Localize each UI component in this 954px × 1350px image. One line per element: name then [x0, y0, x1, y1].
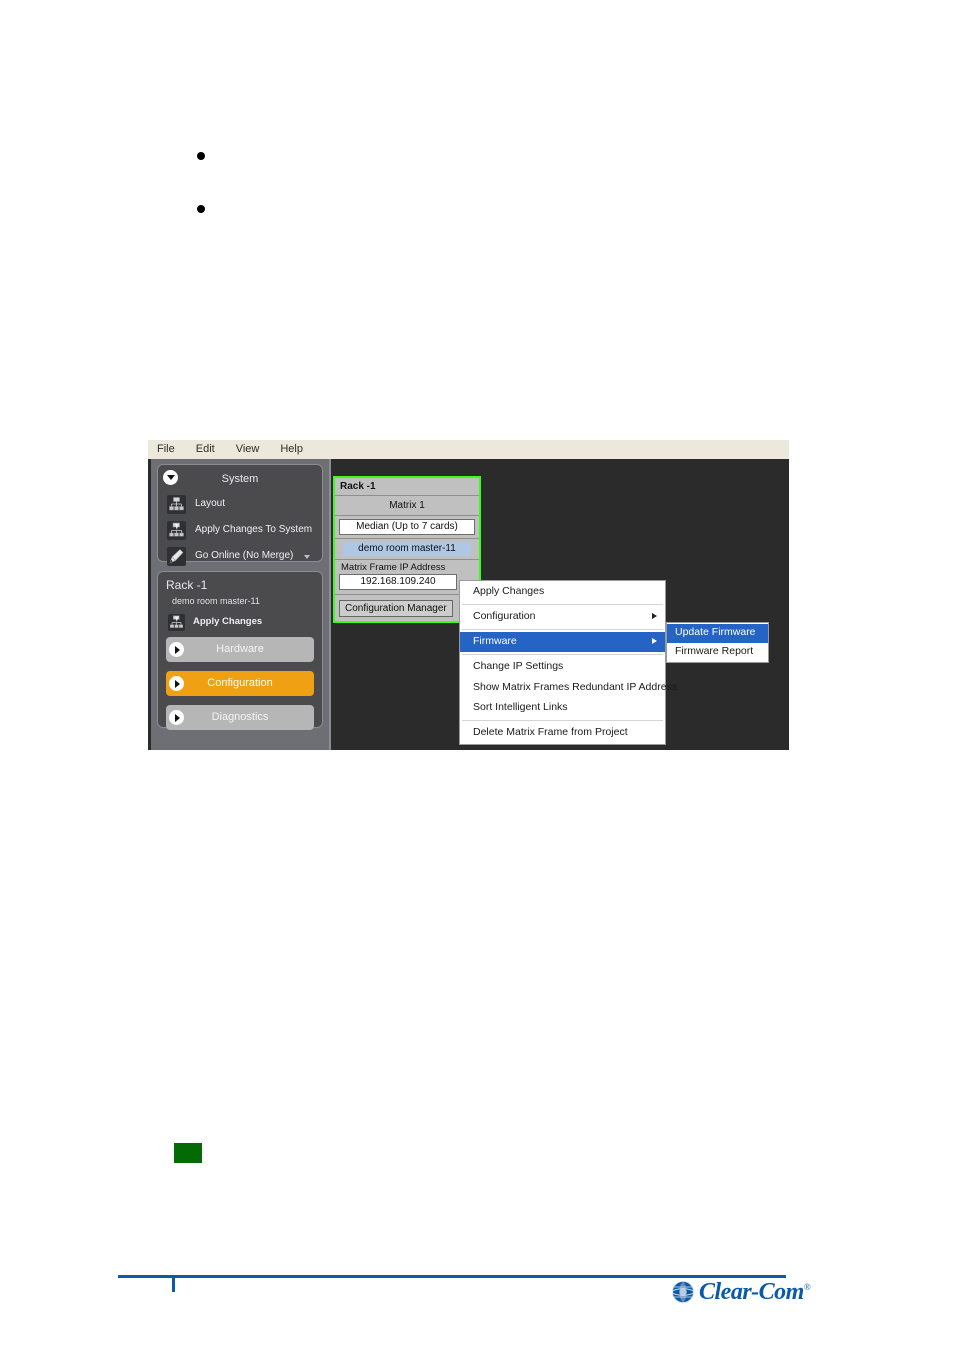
sidebar-item-layout-label: Layout	[195, 498, 226, 509]
sidebar-item-apply-changes-to-system-label: Apply Changes To System	[195, 524, 313, 535]
clear-com-globe-icon	[672, 1281, 694, 1303]
rack-card-button-row: Configuration Manager	[335, 595, 479, 621]
rack-card-ip-label: Matrix Frame IP Address	[341, 562, 446, 573]
eclipse-configuration-app-window: File Edit View Help System Layout Apply …	[148, 440, 789, 750]
rack-card-header: Rack -1	[335, 478, 479, 496]
rack-panel: Rack -1 demo room master-11 Apply Change…	[157, 571, 323, 730]
layout-hierarchy-icon	[167, 494, 186, 514]
context-menu-item-configuration[interactable]: Configuration	[460, 607, 665, 627]
rack-card-frame-name[interactable]: demo room master-11	[343, 542, 471, 556]
configuration-manager-button[interactable]: Configuration Manager	[339, 600, 453, 618]
sidebar: System Layout Apply Changes To System Go…	[151, 459, 329, 750]
sidebar-nav-diagnostics[interactable]: Diagnostics	[166, 705, 314, 730]
sidebar-item-apply-changes-to-system[interactable]: Apply Changes To System	[167, 519, 322, 541]
sidebar-nav-hardware[interactable]: Hardware	[166, 637, 314, 662]
firmware-submenu: Update Firmware Firmware Report	[666, 622, 769, 664]
apply-changes-icon	[168, 613, 185, 631]
submenu-item-update-firmware[interactable]: Update Firmware	[667, 624, 768, 643]
green-placeholder-box	[174, 1143, 202, 1163]
logo-registered: ®	[803, 1282, 811, 1292]
document-bullet-1	[197, 152, 205, 160]
rack-card-matrix-label: Matrix 1	[335, 496, 479, 516]
context-menu-item-firmware[interactable]: Firmware	[460, 632, 665, 653]
rack-card-frame-name-row: demo room master-11	[335, 539, 479, 560]
rack-card-frame-type[interactable]: Median (Up to 7 cards)	[339, 519, 475, 535]
rack-apply-changes-label: Apply Changes	[193, 616, 263, 628]
rack-card-ip-value[interactable]: 192.168.109.240	[339, 574, 457, 591]
context-menu-separator	[462, 654, 663, 656]
menu-bar: File Edit View Help	[148, 440, 789, 459]
logo-text: Clear-Com	[699, 1279, 804, 1305]
context-menu-item-show-redundant-ip[interactable]: Show Matrix Frames Redundant IP Address	[460, 678, 677, 698]
chevron-down-icon[interactable]	[163, 470, 178, 485]
document-bullet-2	[197, 205, 205, 213]
sidebar-item-layout[interactable]: Layout	[167, 493, 322, 515]
chevron-down-small-icon[interactable]	[304, 555, 310, 559]
rack-apply-changes-button[interactable]: Apply Changes	[168, 613, 314, 631]
submenu-item-firmware-report[interactable]: Firmware Report	[667, 643, 768, 662]
sidebar-nav-configuration[interactable]: Configuration	[166, 671, 314, 696]
chevron-right-icon	[169, 710, 184, 725]
system-panel: System Layout Apply Changes To System Go…	[157, 464, 323, 566]
context-menu-separator	[462, 719, 663, 721]
submenu-arrow-icon	[652, 638, 657, 645]
menu-help[interactable]: Help	[280, 444, 303, 455]
context-menu-item-change-ip-settings[interactable]: Change IP Settings	[460, 657, 665, 677]
context-menu-item-firmware-label: Firmware	[473, 635, 517, 648]
chevron-right-icon	[169, 642, 184, 657]
sidebar-nav-diagnostics-label: Diagnostics	[211, 711, 269, 723]
rack-card-ip-block: Matrix Frame IP Address 192.168.109.240	[335, 560, 479, 596]
work-area: System Layout Apply Changes To System Go…	[148, 459, 789, 750]
context-menu-item-delete-matrix-frame[interactable]: Delete Matrix Frame from Project	[460, 723, 665, 743]
submenu-arrow-icon	[652, 613, 657, 620]
rack-card-frame-type-row: Median (Up to 7 cards)	[335, 516, 479, 539]
sidebar-item-go-online-label: Go Online (No Merge)	[195, 550, 294, 561]
context-menu-item-apply-changes[interactable]: Apply Changes	[460, 582, 665, 602]
rack-context-menu: Apply Changes Configuration Firmware Cha…	[459, 580, 677, 745]
sidebar-nav-configuration-label: Configuration	[207, 677, 273, 689]
rack-panel-title: Rack -1	[166, 578, 208, 592]
menu-file[interactable]: File	[157, 444, 175, 455]
system-panel-title: System	[221, 473, 259, 485]
sidebar-item-go-online[interactable]: Go Online (No Merge)	[167, 545, 322, 567]
menu-view[interactable]: View	[236, 444, 260, 455]
context-menu-separator	[462, 629, 663, 631]
menu-edit[interactable]: Edit	[196, 444, 215, 455]
chevron-right-icon	[169, 676, 184, 691]
layout-canvas[interactable]: Rack -1 Matrix 1 Median (Up to 7 cards) …	[329, 459, 789, 750]
clear-com-wordmark: Clear-Com®	[699, 1279, 811, 1305]
clear-com-logo: Clear-Com®	[671, 1277, 811, 1307]
sidebar-nav-hardware-label: Hardware	[216, 643, 264, 655]
apply-changes-icon	[167, 520, 186, 540]
context-menu-item-sort-intelligent-links[interactable]: Sort Intelligent Links	[460, 698, 665, 718]
rack-panel-subtitle: demo room master-11	[172, 596, 260, 606]
go-online-pencil-icon	[167, 546, 186, 566]
context-menu-separator	[462, 604, 663, 606]
footer-divider-tick	[172, 1275, 175, 1292]
context-menu-item-configuration-label: Configuration	[473, 610, 536, 623]
